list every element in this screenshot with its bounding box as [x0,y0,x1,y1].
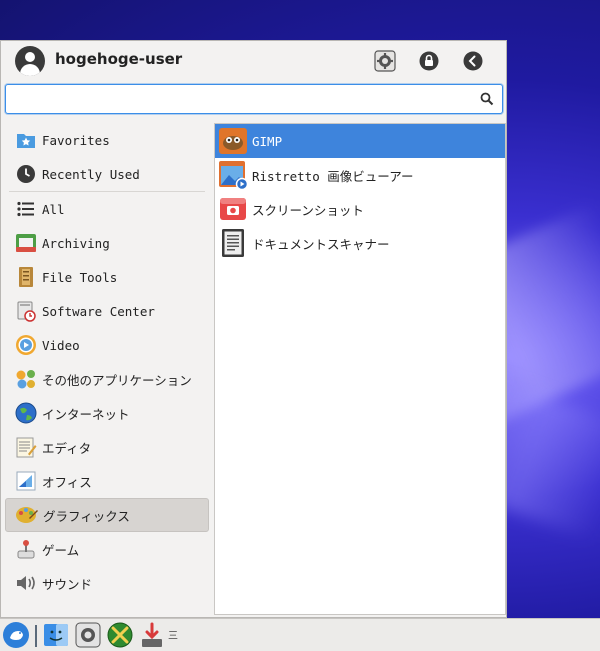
sidebar-item-label: オフィス [42,474,92,490]
sidebar-item-label: All [42,201,65,217]
sidebar-item-label: Video [42,337,80,353]
sidebar-item-label: グラフィックス [43,508,130,524]
log-out-button[interactable] [462,50,484,72]
xfce-mouse-icon [3,622,29,648]
app-item-screenshot[interactable]: スクリーンショット [215,192,505,226]
sidebar-item-internet[interactable]: インターネット [5,396,209,430]
settings-launcher[interactable] [74,621,102,649]
other-apps-icon [14,367,38,391]
settings-icon [374,50,396,72]
sidebar-item-label: その他のアプリケーション [42,372,192,388]
sidebar-item-label: Favorites [42,132,110,148]
sidebar-item-label: Recently Used [42,166,140,182]
application-list: GIMP Ristretto 画像ビューアー スクリーンショット ドキュメントス… [214,123,506,615]
game-icon [14,537,38,561]
sidebar-item-label: File Tools [42,269,118,285]
sidebar-item-other-applications[interactable]: その他のアプリケーション [5,362,209,396]
image-viewer-icon [218,160,248,190]
video-icon [14,333,38,357]
app-item-document-scanner[interactable]: ドキュメントスキャナー [215,226,505,260]
app-item-gimp[interactable]: GIMP [215,124,505,158]
clock-icon [14,162,38,186]
sidebar-item-label: Software Center [42,303,155,319]
panel-taskbar: 三 [0,618,600,651]
sidebar-item-editor[interactable]: エディタ [5,430,209,464]
back-arrow-icon [463,51,483,71]
sound-icon [14,571,38,595]
internet-icon [14,401,38,425]
panel-separator [35,625,37,647]
sidebar-item-archiving[interactable]: Archiving [5,226,209,260]
favorites-icon [14,128,38,152]
settings-button[interactable] [374,50,396,72]
search-icon [480,92,494,106]
app-item-label: ドキュメントスキャナー [252,236,390,252]
lock-screen-button[interactable] [418,50,440,72]
avatar [15,46,45,76]
sidebar-item-label: ゲーム [42,542,80,558]
download-icon [142,622,162,647]
whisker-menu-button[interactable] [2,621,30,649]
gimp-icon [218,126,248,156]
sidebar-item-software-center[interactable]: Software Center [5,294,209,328]
archive-icon [14,231,38,255]
office-icon [14,469,38,493]
software-center-icon [14,299,38,323]
sidebar-item-label: インターネット [42,406,130,422]
sidebar-item-label: Archiving [42,235,110,251]
sidebar-item-label: エディタ [42,440,92,456]
finder-icon [44,624,68,646]
lock-icon [419,51,439,71]
search-input[interactable] [12,86,476,114]
username: hogehoge-user [55,50,183,68]
sidebar-item-file-tools[interactable]: File Tools [5,260,209,294]
sidebar-item-all[interactable]: All [5,192,209,226]
file-manager-launcher[interactable] [42,621,70,649]
editor-icon [14,435,38,459]
sidebar-item-video[interactable]: Video [5,328,209,362]
sidebar-item-recently-used[interactable]: Recently Used [5,157,209,191]
app-item-label: Ristretto 画像ビューアー [252,168,414,184]
camera-icon [218,194,248,224]
category-sidebar: Favorites Recently Used All Archiving Fi… [5,123,209,600]
sidebar-item-label: サウンド [42,576,93,592]
app-item-ristretto[interactable]: Ristretto 画像ビューアー [215,158,505,192]
crossed-tools-icon [107,622,133,648]
sidebar-item-favorites[interactable]: Favorites [5,123,209,157]
graphics-icon [15,503,39,527]
menu-header: hogehoge-user [1,41,506,81]
list-icon [14,197,38,221]
overflow-indicator[interactable]: 三 [168,627,178,642]
settings-icon [75,622,101,648]
whisker-menu: hogehoge-user Favorites Recently Used Al… [0,40,507,618]
sidebar-item-game[interactable]: ゲーム [5,532,209,566]
downloader-launcher[interactable] [138,621,166,649]
app-item-label: スクリーンショット [252,202,364,218]
sidebar-item-sound[interactable]: サウンド [5,566,209,600]
search-field[interactable] [5,84,503,114]
file-tools-icon [14,265,38,289]
app-item-label: GIMP [252,133,283,149]
sidebar-item-graphics[interactable]: グラフィックス [5,498,209,532]
scanner-icon [218,228,248,258]
app-launcher[interactable] [106,621,134,649]
sidebar-item-office[interactable]: オフィス [5,464,209,498]
